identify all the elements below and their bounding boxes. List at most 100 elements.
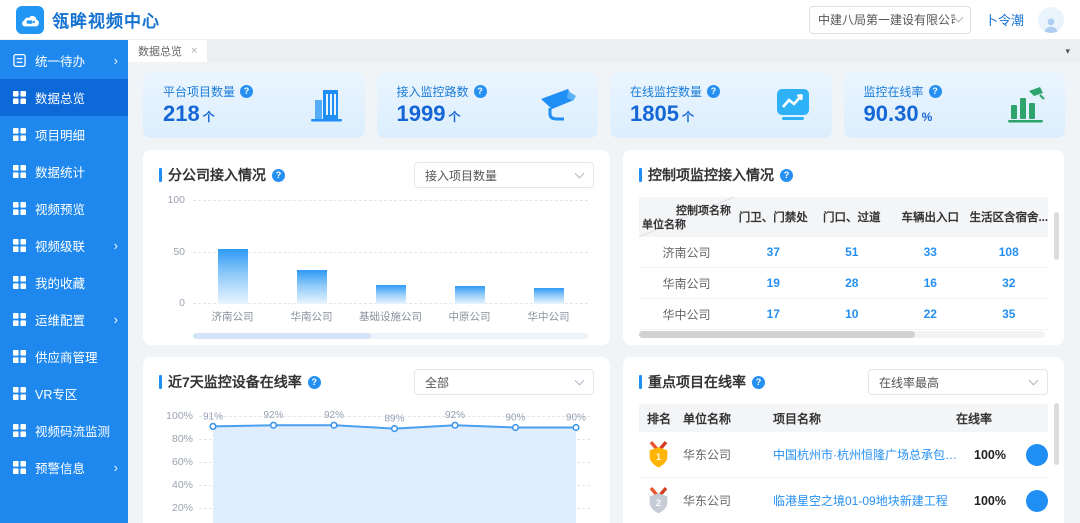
project-link[interactable]: 临港星空之境01-09地块新建工程 [773, 492, 974, 509]
data-point[interactable] [331, 422, 337, 428]
grid-icon [13, 202, 27, 216]
username[interactable]: 卜令潮 [985, 10, 1024, 29]
title-bar-accent [639, 375, 642, 389]
bar-chart-plot: 100500 [193, 200, 588, 304]
help-icon[interactable]: ? [752, 376, 765, 389]
stat-card-label: 监控在线率 [864, 83, 924, 100]
stat-card-label-row: 在线监控数量? [630, 83, 770, 100]
stat-card-info: 监控在线率?90.30% [864, 83, 1004, 128]
bar-slot [509, 288, 588, 304]
branch-bar-chart: 100500济南公司华南公司基础设施公司中原公司华中公司 [159, 200, 594, 324]
bar-济南公司[interactable] [218, 249, 248, 304]
todo-list-icon [13, 54, 27, 68]
sidebar-item-5[interactable]: 视频级联› [0, 227, 128, 264]
count-cell[interactable]: 37 [734, 245, 813, 259]
x-axis-tick-label: 中原公司 [430, 309, 509, 324]
stat-card-value: 1999 [397, 101, 446, 126]
count-cell[interactable]: 33 [891, 245, 970, 259]
data-point[interactable] [513, 425, 519, 431]
count-cell[interactable]: 19 [734, 276, 813, 290]
grid-icon [13, 91, 27, 105]
count-cell[interactable]: 108 [970, 245, 1049, 259]
bar-华南公司[interactable] [297, 270, 327, 304]
table-row: 华中公司17102235 [639, 299, 1048, 330]
count-cell[interactable]: 32 [970, 276, 1049, 290]
data-point[interactable] [573, 425, 579, 431]
panel-control-head: 控制项监控接入情况 ? [639, 162, 1048, 188]
panel-7day-online-rate: 近7天监控设备在线率 ? 全部 100%80%60%40%20%0%91%92%… [143, 357, 610, 523]
horizontal-scrollbar[interactable] [639, 331, 1045, 338]
y-axis-tick-label: 60% [159, 456, 193, 468]
data-point[interactable] [452, 422, 458, 428]
filter-select-value: 全部 [425, 374, 449, 391]
filter-select[interactable]: 全部 [414, 369, 594, 395]
chevron-down-icon [1029, 375, 1039, 385]
company-select[interactable]: 中建八局第一建设有限公司 [809, 6, 971, 34]
bar-基础设施公司[interactable] [376, 285, 406, 304]
chevron-right-icon: › [114, 238, 118, 253]
stat-card-unit: 个 [203, 110, 215, 124]
grid-icon [13, 387, 27, 401]
project-link[interactable]: 中国杭州市·杭州恒隆广场总承包（标段1）工程 [773, 446, 974, 463]
help-icon[interactable]: ? [474, 85, 487, 98]
sidebar-item-7[interactable]: 运维配置› [0, 301, 128, 338]
count-cell[interactable]: 17 [734, 307, 813, 321]
sidebar-item-label: 数据总览 [35, 88, 118, 107]
stat-card-label: 平台项目数量 [163, 83, 235, 100]
control-table: 控制项名称 单位名称 门卫、门禁处 门口、过道 车辆出入口 生活区含宿舍... … [639, 197, 1048, 330]
help-icon[interactable]: ? [272, 169, 285, 182]
avatar[interactable] [1038, 7, 1064, 33]
bar-中原公司[interactable] [455, 286, 485, 304]
data-point[interactable] [210, 424, 216, 430]
sidebar-item-3[interactable]: 数据统计 [0, 153, 128, 190]
count-cell[interactable]: 16 [891, 276, 970, 290]
grid-icon [13, 461, 27, 475]
key-projects-header: 排名 单位名称 项目名称 在线率 [639, 404, 1048, 432]
help-icon[interactable]: ? [707, 85, 720, 98]
count-cell[interactable]: 51 [813, 245, 892, 259]
data-point[interactable] [271, 422, 277, 428]
sidebar-item-8[interactable]: 供应商管理 [0, 338, 128, 375]
help-icon[interactable]: ? [929, 85, 942, 98]
chart-scrollbar[interactable] [193, 333, 588, 339]
data-point[interactable] [392, 426, 398, 432]
help-icon[interactable]: ? [240, 85, 253, 98]
bar-slot [193, 249, 272, 304]
stat-card-unit: % [922, 110, 933, 124]
close-icon[interactable]: × [191, 45, 197, 57]
help-icon[interactable]: ? [780, 169, 793, 182]
panel-title-text: 重点项目在线率 [648, 372, 746, 392]
sidebar-item-9[interactable]: VR专区 [0, 375, 128, 412]
count-cell[interactable]: 28 [813, 276, 892, 290]
sort-select-value: 在线率最高 [879, 374, 939, 391]
chart-scrollbar-thumb[interactable] [193, 333, 371, 339]
app-logo-cloud-icon [16, 6, 44, 34]
sidebar-item-0[interactable]: 统一待办› [0, 42, 128, 79]
control-table-body: 济南公司375133108华南公司19281632华中公司17102235 [639, 237, 1048, 330]
count-cell[interactable]: 22 [891, 307, 970, 321]
sidebar-item-label: 运维配置 [35, 310, 114, 329]
sidebar-item-4[interactable]: 视频预览 [0, 190, 128, 227]
tab-data-overview[interactable]: 数据总览 × [128, 40, 207, 62]
vertical-scrollbar[interactable] [1054, 403, 1059, 465]
chevron-down-icon[interactable]: ▾ [1065, 46, 1070, 57]
help-icon[interactable]: ? [308, 376, 321, 389]
sidebar-item-10[interactable]: 视频码流监测 [0, 412, 128, 449]
sidebar-item-6[interactable]: 我的收藏 [0, 264, 128, 301]
bar-华中公司[interactable] [534, 288, 564, 304]
sidebar-item-11[interactable]: 预警信息› [0, 449, 128, 486]
count-cell[interactable]: 35 [970, 307, 1049, 321]
y-axis-tick-label: 100 [159, 194, 185, 206]
count-cell[interactable]: 10 [813, 307, 892, 321]
horizontal-scrollbar-thumb[interactable] [639, 331, 915, 338]
sort-select[interactable]: 在线率最高 [868, 369, 1048, 395]
vertical-scrollbar[interactable] [1054, 212, 1059, 260]
sidebar-item-1[interactable]: 数据总览 [0, 79, 128, 116]
metric-select[interactable]: 接入项目数量 [414, 162, 594, 188]
header: 瓴眸视频中心 中建八局第一建设有限公司 卜令潮 [0, 0, 1080, 40]
stat-card-value: 218 [163, 101, 200, 126]
sidebar-item-2[interactable]: 项目明细 [0, 116, 128, 153]
stat-card-label: 接入监控路数 [397, 83, 469, 100]
online-rate-value: 100% [974, 448, 1026, 462]
panel-branch-head: 分公司接入情况 ? 接入项目数量 [159, 162, 594, 188]
